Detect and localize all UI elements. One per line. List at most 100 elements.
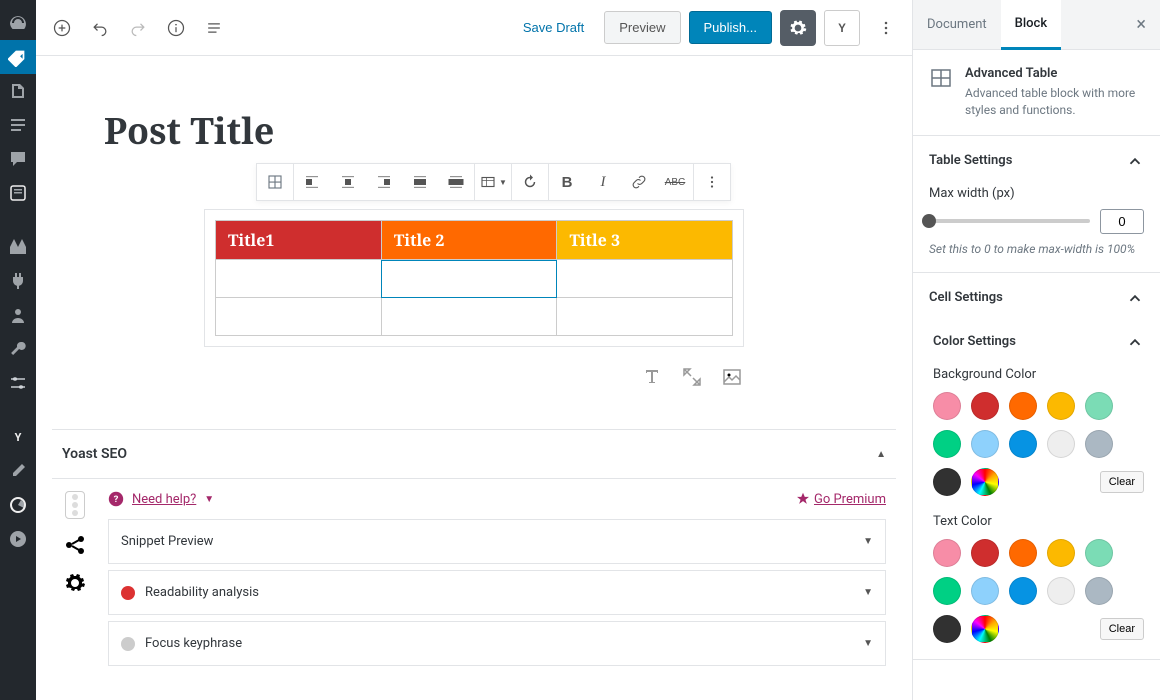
help-icon: ? <box>108 491 124 507</box>
outline-button[interactable] <box>196 10 232 46</box>
table-cell[interactable] <box>381 298 557 336</box>
tab-document[interactable]: Document <box>913 1 1001 48</box>
color-swatch[interactable] <box>933 539 961 567</box>
yoast-toggle-button[interactable]: Y <box>824 10 860 46</box>
max-width-input[interactable] <box>1100 209 1144 234</box>
yoast-traffic-icon[interactable] <box>65 491 85 519</box>
table-cell[interactable] <box>557 298 733 336</box>
table-edit-button[interactable]: ▼ <box>475 164 511 200</box>
admin-menu-optimize[interactable] <box>0 488 36 522</box>
readability-row[interactable]: Readability analysis ▼ <box>108 570 886 615</box>
tab-block[interactable]: Block <box>1001 0 1061 50</box>
max-width-slider[interactable] <box>929 219 1090 223</box>
italic-button[interactable]: I <box>585 164 621 200</box>
color-swatch[interactable] <box>971 539 999 567</box>
table-header-cell[interactable]: Title 2 <box>381 221 557 260</box>
color-swatch[interactable] <box>1009 577 1037 605</box>
align-wide-button[interactable] <box>402 164 438 200</box>
chevron-down-icon: ▼ <box>863 536 873 547</box>
go-premium-link[interactable]: Go Premium <box>796 492 886 507</box>
color-swatch[interactable] <box>1085 577 1113 605</box>
color-swatch[interactable] <box>1085 430 1113 458</box>
color-swatch[interactable] <box>933 615 961 643</box>
table-cell[interactable] <box>381 260 557 298</box>
settings-toggle-button[interactable] <box>780 10 816 46</box>
table-cell[interactable] <box>216 298 382 336</box>
admin-menu-video[interactable] <box>0 522 36 556</box>
color-swatch[interactable] <box>933 577 961 605</box>
clear-text-color-button[interactable]: Clear <box>1100 618 1144 640</box>
align-center-button[interactable] <box>330 164 366 200</box>
link-button[interactable] <box>621 164 657 200</box>
table-block[interactable]: Title1 Title 2 Title 3 <box>204 209 744 347</box>
preview-button[interactable]: Preview <box>604 11 680 44</box>
color-swatch[interactable] <box>971 392 999 420</box>
add-block-button[interactable] <box>44 10 80 46</box>
clear-bg-color-button[interactable]: Clear <box>1100 471 1144 493</box>
admin-menu-plugins[interactable] <box>0 264 36 298</box>
block-type-icon[interactable] <box>257 164 293 200</box>
color-swatch[interactable] <box>1047 392 1075 420</box>
color-swatch[interactable] <box>1047 577 1075 605</box>
table-row <box>216 260 733 298</box>
table-header-cell[interactable]: Title1 <box>216 221 382 260</box>
expand-icon[interactable] <box>680 365 704 389</box>
admin-menu-tools[interactable] <box>0 332 36 366</box>
admin-menu-appearance[interactable] <box>0 230 36 264</box>
admin-menu-posts[interactable] <box>0 40 36 74</box>
save-draft-button[interactable]: Save Draft <box>511 12 596 43</box>
strikethrough-button[interactable]: ABC <box>657 164 693 200</box>
publish-button[interactable]: Publish... <box>689 11 772 44</box>
image-block-icon[interactable] <box>720 365 744 389</box>
admin-menu-forms[interactable] <box>0 176 36 210</box>
undo-button[interactable] <box>82 10 118 46</box>
cell-settings-toggle[interactable]: Cell Settings <box>913 273 1160 323</box>
align-full-button[interactable] <box>438 164 474 200</box>
color-swatch[interactable] <box>1009 392 1037 420</box>
align-right-button[interactable] <box>366 164 402 200</box>
share-icon[interactable] <box>63 533 87 557</box>
focus-keyphrase-row[interactable]: Focus keyphrase ▼ <box>108 621 886 666</box>
align-left-button[interactable] <box>294 164 330 200</box>
admin-menu-pages[interactable] <box>0 108 36 142</box>
color-swatch[interactable] <box>1009 430 1037 458</box>
admin-menu-users[interactable] <box>0 298 36 332</box>
close-sidebar-button[interactable]: × <box>1122 14 1160 35</box>
color-swatch[interactable] <box>1009 539 1037 567</box>
more-menu-button[interactable] <box>868 10 904 46</box>
text-block-icon[interactable] <box>640 365 664 389</box>
color-swatch[interactable] <box>971 577 999 605</box>
post-title[interactable]: Post Title <box>104 106 684 155</box>
admin-menu-media[interactable] <box>0 74 36 108</box>
color-swatch[interactable] <box>933 468 961 496</box>
color-swatch[interactable] <box>971 430 999 458</box>
yoast-panel-toggle[interactable]: Yoast SEO ▲ <box>52 430 896 479</box>
admin-menu-dashboard[interactable] <box>0 6 36 40</box>
svg-text:Y: Y <box>15 431 22 444</box>
refresh-button[interactable] <box>512 164 548 200</box>
color-swatch[interactable] <box>1085 392 1113 420</box>
block-more-button[interactable] <box>694 164 730 200</box>
table-settings-toggle[interactable]: Table Settings <box>913 136 1160 186</box>
admin-menu-comments[interactable] <box>0 142 36 176</box>
gear-icon[interactable] <box>63 571 87 595</box>
bold-button[interactable]: B <box>549 164 585 200</box>
color-swatch[interactable] <box>933 392 961 420</box>
color-swatch[interactable] <box>1047 539 1075 567</box>
admin-menu-seo[interactable]: Y <box>0 420 36 454</box>
custom-color-swatch[interactable] <box>971 615 999 643</box>
custom-color-swatch[interactable] <box>971 468 999 496</box>
admin-menu-settings[interactable] <box>0 366 36 400</box>
color-settings-toggle[interactable]: Color Settings <box>933 323 1144 361</box>
admin-menu-edit[interactable] <box>0 454 36 488</box>
table-header-cell[interactable]: Title 3 <box>557 221 733 260</box>
need-help-link[interactable]: Need help? <box>132 492 196 507</box>
table-cell[interactable] <box>557 260 733 298</box>
color-swatch[interactable] <box>1047 430 1075 458</box>
snippet-preview-row[interactable]: Snippet Preview ▼ <box>108 519 886 564</box>
redo-button[interactable] <box>120 10 156 46</box>
info-button[interactable] <box>158 10 194 46</box>
color-swatch[interactable] <box>933 430 961 458</box>
color-swatch[interactable] <box>1085 539 1113 567</box>
table-cell[interactable] <box>216 260 382 298</box>
